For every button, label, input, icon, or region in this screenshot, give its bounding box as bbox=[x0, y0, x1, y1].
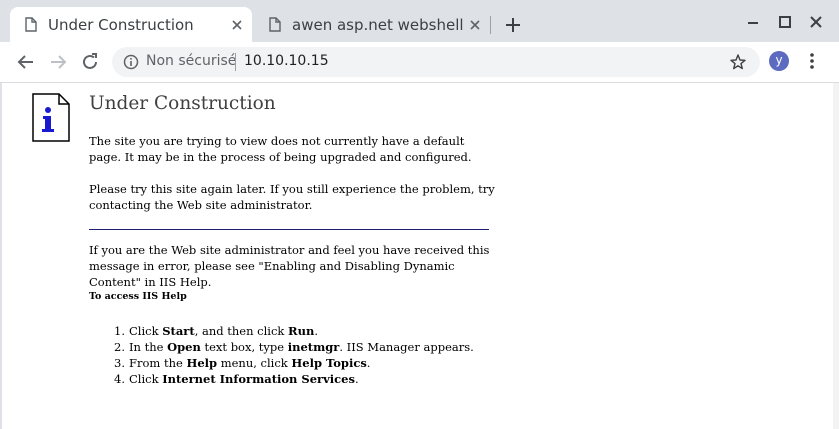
help-heading: To access IIS Help bbox=[89, 291, 187, 302]
page-icon bbox=[25, 17, 37, 32]
divider bbox=[89, 229, 489, 230]
forward-icon[interactable] bbox=[48, 52, 68, 72]
list-item: 4. Click Internet Information Services. bbox=[114, 372, 359, 386]
tab-title: Under Construction bbox=[48, 16, 194, 34]
star-icon[interactable] bbox=[729, 53, 747, 71]
more-vert-icon[interactable] bbox=[804, 51, 820, 71]
list-item: 3. From the Help menu, click Help Topics. bbox=[114, 356, 371, 370]
tab-webshell[interactable]: awen asp.net webshell bbox=[254, 7, 490, 42]
toolbar: Non sécurisé 10.10.10.15 y bbox=[0, 42, 839, 83]
close-window-icon[interactable] bbox=[808, 14, 824, 30]
list-item: 2. In the Open text box, type inetmgr. II… bbox=[114, 340, 474, 354]
page-title: Under Construction bbox=[89, 93, 276, 114]
back-icon[interactable] bbox=[16, 52, 36, 72]
page-content: Under Construction The site you are tryi… bbox=[2, 83, 833, 429]
tab-under-construction[interactable]: Under Construction bbox=[10, 7, 252, 42]
tab-separator bbox=[490, 16, 491, 34]
close-icon[interactable] bbox=[468, 18, 482, 32]
avatar[interactable]: y bbox=[769, 51, 789, 71]
info-icon[interactable] bbox=[123, 54, 139, 70]
scrollbar[interactable] bbox=[833, 83, 839, 429]
retry-paragraph: Please try this site again later. If you… bbox=[89, 182, 495, 212]
intro-paragraph: The site you are trying to view does not… bbox=[89, 134, 472, 164]
minimize-icon[interactable] bbox=[745, 14, 761, 30]
omnibox-separator bbox=[235, 53, 236, 71]
tab-strip: Under Construction awen asp.net webshell bbox=[0, 0, 839, 42]
reload-icon[interactable] bbox=[80, 52, 100, 72]
url-text[interactable]: 10.10.10.15 bbox=[244, 53, 329, 69]
info-page-icon bbox=[32, 93, 70, 142]
plus-icon[interactable] bbox=[503, 15, 523, 35]
address-bar[interactable]: Non sécurisé 10.10.10.15 bbox=[112, 47, 760, 77]
tab-title: awen asp.net webshell bbox=[292, 16, 464, 34]
security-label[interactable]: Non sécurisé bbox=[146, 53, 236, 69]
page-icon bbox=[269, 17, 281, 32]
close-icon[interactable] bbox=[230, 18, 244, 32]
maximize-icon[interactable] bbox=[777, 14, 793, 30]
admin-paragraph: If you are the Web site administrator an… bbox=[89, 243, 490, 289]
list-item: 1. Click Start, and then click Run. bbox=[114, 324, 318, 338]
help-steps: 1. Click Start, and then click Run. 2. In … bbox=[114, 323, 474, 387]
